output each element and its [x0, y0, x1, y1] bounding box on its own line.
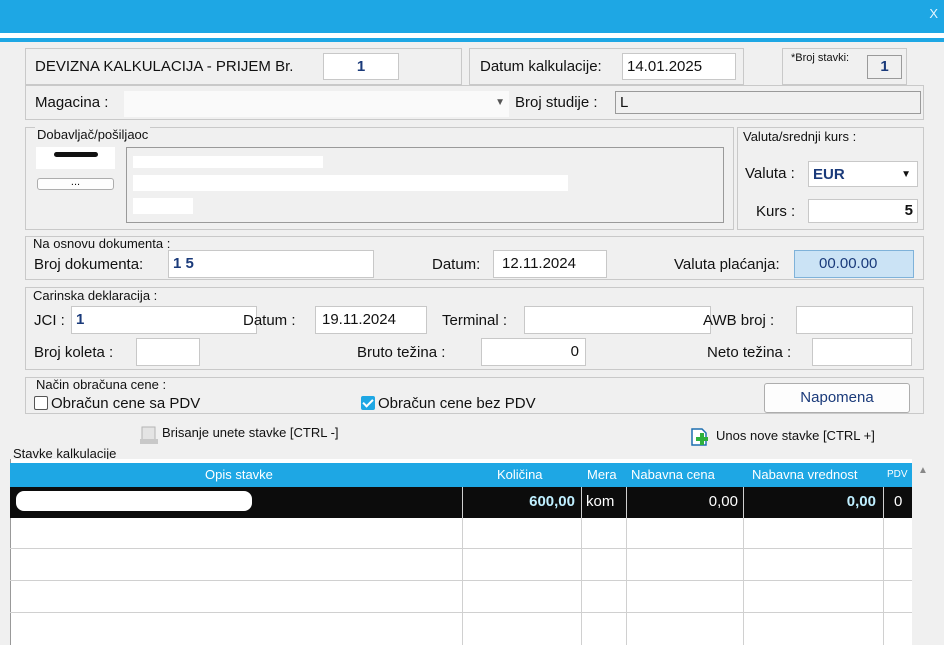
- table-row[interactable]: 600,00 kom 0,00 0,00 0: [10, 487, 912, 518]
- document-number-field[interactable]: 1 5: [168, 250, 374, 278]
- redacted-supplier-name: [133, 156, 323, 168]
- col-value[interactable]: Nabavna vrednost: [752, 467, 858, 482]
- cell-quantity: 600,00: [529, 493, 575, 510]
- col-unit[interactable]: Mera: [587, 467, 617, 482]
- grid-line: [10, 612, 912, 613]
- payment-currency-label: Valuta plaćanja:: [674, 256, 780, 273]
- redacted-code: [54, 152, 98, 157]
- currency-label: Valuta :: [745, 165, 795, 182]
- payment-currency-field[interactable]: 00.00.00: [794, 250, 914, 278]
- grid-line: [743, 487, 744, 645]
- grid-line: [10, 580, 912, 581]
- document-date-field[interactable]: 12.11.2024: [493, 250, 607, 278]
- packages-field[interactable]: [136, 338, 200, 366]
- cell-unit: kom: [586, 493, 615, 510]
- col-description[interactable]: Opis stavke: [205, 467, 273, 482]
- warehouse-box: Magacina : ▼ Broj studije : L: [25, 85, 924, 120]
- document-group-label: Na osnovu dokumenta :: [33, 236, 171, 251]
- supplier-browse-button[interactable]: ...: [37, 177, 114, 190]
- currency-select[interactable]: EUR ▼: [808, 161, 918, 187]
- cell-value: 0,00: [846, 493, 876, 510]
- scroll-up-icon[interactable]: ▲: [918, 465, 928, 476]
- items-count-label: *Broj stavki:: [791, 52, 850, 64]
- jci-field[interactable]: 1: [71, 306, 257, 334]
- grid-line: [581, 487, 582, 645]
- supplier-group: Dobavljač/pošiljaoc ...: [25, 127, 734, 230]
- gross-weight-label: Bruto težina :: [357, 344, 446, 361]
- redacted-supplier-address: [133, 175, 568, 191]
- terminal-field[interactable]: [524, 306, 711, 334]
- pricing-without-vat-option[interactable]: Obračun cene bez PDV: [361, 395, 536, 412]
- supplier-group-label: Dobavljač/pošiljaoc: [35, 127, 151, 142]
- table-header: Opis stavke Količina Mera Nabavna cena N…: [10, 463, 912, 487]
- date-box: Datum kalkulacije: 14.01.2025: [469, 48, 744, 85]
- checked-checkbox-icon[interactable]: [361, 396, 375, 410]
- col-price[interactable]: Nabavna cena: [631, 467, 715, 482]
- cell-vat: 0: [894, 493, 903, 510]
- study-number-value: L: [620, 94, 629, 111]
- date-field[interactable]: 14.01.2025: [622, 53, 736, 80]
- note-button[interactable]: Napomena: [764, 383, 910, 413]
- document-date-label: Datum:: [432, 256, 481, 273]
- items-count-field: 1: [867, 55, 902, 79]
- pricing-group-label: Način obračuna cene :: [36, 377, 167, 392]
- delete-row-label: Brisanje unete stavke [CTRL -]: [162, 425, 339, 440]
- redacted-supplier-city: [133, 198, 193, 214]
- currency-group: Valuta/srednji kurs : Valuta : EUR ▼ Kur…: [737, 127, 924, 230]
- delete-row-icon: [140, 426, 158, 444]
- page-title: DEVIZNA KALKULACIJA - PRIJEM Br.: [35, 58, 294, 75]
- document-number-label: Broj dokumenta:: [34, 256, 144, 273]
- dropdown-arrow-icon: ▼: [495, 97, 505, 108]
- delete-row-button[interactable]: Brisanje unete stavke [CTRL -]: [140, 423, 400, 445]
- items-count-box: *Broj stavki: 1: [782, 48, 907, 85]
- gross-weight-field[interactable]: 0: [481, 338, 586, 366]
- grid-line: [10, 548, 912, 549]
- currency-dropdown-icon: ▼: [901, 169, 911, 180]
- grid-line: [626, 487, 627, 645]
- close-button[interactable]: X: [929, 6, 938, 21]
- customs-date-field[interactable]: 19.11.2024: [315, 306, 427, 334]
- awb-label: AWB broj :: [703, 312, 775, 329]
- grid-line: [883, 487, 884, 645]
- customs-group: Carinska deklaracija : JCI : 1 Datum : 1…: [25, 287, 924, 370]
- pricing-with-vat-option[interactable]: Obračun cene sa PDV: [34, 395, 200, 412]
- net-weight-label: Neto težina :: [707, 344, 792, 361]
- rate-field[interactable]: 5: [808, 199, 918, 223]
- date-label: Datum kalkulacije:: [480, 58, 602, 75]
- supplier-details-field[interactable]: [126, 147, 724, 223]
- add-row-label: Unos nove stavke [CTRL +]: [716, 428, 875, 443]
- pricing-with-vat-label: Obračun cene sa PDV: [51, 395, 201, 412]
- table-scrollbar[interactable]: ▲: [912, 463, 944, 645]
- net-weight-field[interactable]: [812, 338, 912, 366]
- header-title-box: DEVIZNA KALKULACIJA - PRIJEM Br. 1: [25, 48, 462, 85]
- customs-date-label: Datum :: [243, 312, 296, 329]
- jci-label: JCI :: [34, 312, 65, 329]
- warehouse-select[interactable]: ▼: [124, 91, 509, 117]
- currency-group-label: Valuta/srednji kurs :: [743, 129, 857, 144]
- document-group: Na osnovu dokumenta : Broj dokumenta: 1 …: [25, 236, 924, 280]
- warehouse-label: Magacina :: [35, 94, 109, 111]
- terminal-label: Terminal :: [442, 312, 508, 329]
- supplier-code-field[interactable]: [36, 147, 115, 169]
- study-number-label: Broj studije :: [515, 94, 598, 111]
- pricing-without-vat-label: Obračun cene bez PDV: [378, 395, 536, 412]
- customs-group-label: Carinska deklaracija :: [33, 288, 158, 303]
- calculation-number-field[interactable]: 1: [323, 53, 399, 80]
- rate-label: Kurs :: [756, 203, 796, 220]
- col-vat[interactable]: PDV: [887, 469, 908, 480]
- add-row-icon: [691, 428, 708, 446]
- unchecked-checkbox-icon[interactable]: [34, 396, 48, 410]
- cell-price: 0,00: [708, 493, 738, 510]
- pricing-group: Način obračuna cene : Obračun cene sa PD…: [25, 377, 924, 414]
- redacted-description: [16, 491, 252, 511]
- add-row-button[interactable]: Unos nove stavke [CTRL +]: [688, 425, 910, 447]
- title-bar: X: [0, 0, 944, 33]
- grid-line: [462, 487, 463, 645]
- col-quantity[interactable]: Količina: [497, 467, 543, 482]
- study-number-field[interactable]: L: [615, 91, 921, 114]
- packages-label: Broj koleta :: [34, 344, 114, 361]
- awb-field[interactable]: [796, 306, 913, 334]
- currency-value: EUR: [813, 166, 845, 183]
